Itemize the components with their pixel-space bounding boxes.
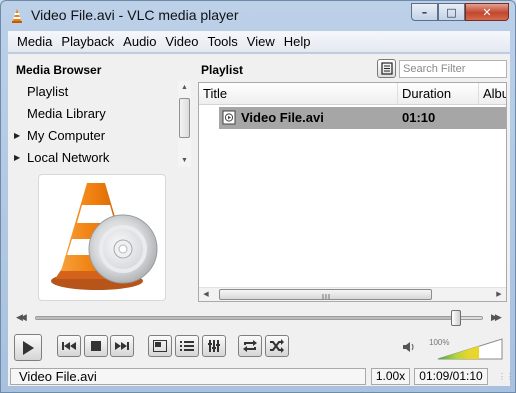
column-title[interactable]: Title xyxy=(199,83,398,105)
shuffle-button[interactable] xyxy=(265,335,289,357)
menu-help[interactable]: Help xyxy=(280,34,315,49)
media-browser-heading: Media Browser xyxy=(16,63,102,77)
client-area: Media Browser Playlist Media Library ▶ M… xyxy=(8,54,514,386)
menu-view[interactable]: View xyxy=(243,34,279,49)
scroll-up-icon[interactable]: ▲ xyxy=(178,81,191,94)
sidebar-item-label: Local Network xyxy=(27,150,110,165)
table-header: Title Duration Album xyxy=(199,83,506,105)
previous-icon xyxy=(62,342,76,350)
playlist-table: Title Duration Album Video File.avi 01:1… xyxy=(198,82,507,302)
search-input[interactable] xyxy=(400,61,506,77)
minimize-button[interactable]: – xyxy=(411,3,438,21)
scroll-right-icon[interactable]: ▶ xyxy=(492,288,506,301)
menu-video[interactable]: Video xyxy=(161,34,202,49)
sidebar-item-media-library[interactable]: Media Library xyxy=(8,103,178,125)
fullscreen-icon xyxy=(153,340,167,352)
shuffle-icon xyxy=(270,339,284,353)
menu-media[interactable]: Media xyxy=(13,34,56,49)
sidebar-item-local-network[interactable]: ▶ Local Network xyxy=(8,147,178,169)
video-file-icon xyxy=(222,110,236,125)
stop-button[interactable] xyxy=(84,335,108,357)
next-button[interactable] xyxy=(110,335,134,357)
menu-bar: Media Playback Audio Video Tools View He… xyxy=(8,31,510,53)
playback-speed[interactable]: 1.00x xyxy=(371,368,410,385)
extended-settings-button[interactable] xyxy=(202,335,226,357)
sidebar-item-label: My Computer xyxy=(27,128,106,143)
scroll-down-icon[interactable]: ▼ xyxy=(178,154,191,167)
playlist-view-button[interactable] xyxy=(377,59,396,78)
speaker-icon[interactable] xyxy=(402,340,416,354)
status-bar: Video File.avi 1.00x 01:09/01:10 ⋮⋮ xyxy=(8,367,514,386)
close-icon: ✕ xyxy=(482,5,492,19)
playlist-button[interactable] xyxy=(175,335,199,357)
row-title: Video File.avi xyxy=(241,110,324,125)
window-controls: – □ ✕ xyxy=(411,3,509,21)
search-filter xyxy=(399,60,507,78)
close-button[interactable]: ✕ xyxy=(465,3,509,21)
seek-handle[interactable] xyxy=(451,310,461,326)
minimize-icon: – xyxy=(421,5,428,19)
fast-forward-icon[interactable]: ▶▶ xyxy=(491,312,502,323)
album-art xyxy=(38,174,166,301)
list-view-icon xyxy=(381,62,393,75)
sidebar-item-label: Media Library xyxy=(27,106,106,121)
scrollbar-thumb[interactable] xyxy=(219,289,432,300)
loop-button[interactable] xyxy=(238,335,262,357)
grip-icon xyxy=(322,294,330,299)
expand-arrow-icon[interactable]: ▶ xyxy=(14,125,20,147)
title-bar[interactable]: Video File.avi - VLC media player – □ ✕ xyxy=(1,1,515,31)
loop-icon xyxy=(243,340,257,352)
play-button[interactable] xyxy=(14,334,42,361)
media-browser-list: Playlist Media Library ▶ My Computer ▶ L… xyxy=(8,79,178,167)
status-filename: Video File.avi xyxy=(10,368,366,385)
playlist-hscrollbar[interactable]: ◀ ▶ xyxy=(199,287,506,301)
playlist-heading: Playlist xyxy=(201,63,244,77)
volume-slider[interactable] xyxy=(437,338,503,360)
maximize-button[interactable]: □ xyxy=(438,3,465,21)
previous-button[interactable] xyxy=(57,335,81,357)
sidebar-item-playlist[interactable]: Playlist xyxy=(8,81,178,103)
row-duration: 01:10 xyxy=(402,110,436,125)
next-icon xyxy=(115,342,129,350)
seek-progress xyxy=(36,317,455,319)
vlc-cone-icon xyxy=(12,9,22,23)
expand-arrow-icon[interactable]: ▶ xyxy=(14,147,20,169)
extended-settings-icon xyxy=(208,340,220,352)
vlc-window: Video File.avi - VLC media player – □ ✕ … xyxy=(0,0,516,393)
column-album[interactable]: Album xyxy=(479,83,506,105)
maximize-icon: □ xyxy=(446,5,457,19)
menu-audio[interactable]: Audio xyxy=(119,34,160,49)
sidebar-item-label: Playlist xyxy=(27,84,69,99)
media-browser: Media Browser Playlist Media Library ▶ M… xyxy=(8,54,194,304)
scrollbar-thumb[interactable] xyxy=(179,98,190,138)
playback-time[interactable]: 01:09/01:10 xyxy=(414,368,488,385)
vlc-cone-with-disc-icon xyxy=(51,183,158,290)
sidebar-item-my-computer[interactable]: ▶ My Computer xyxy=(8,125,178,147)
column-duration[interactable]: Duration xyxy=(398,83,479,105)
seek-track[interactable] xyxy=(35,316,483,320)
playlist-icon xyxy=(180,341,194,351)
scroll-left-icon[interactable]: ◀ xyxy=(199,288,213,301)
seek-bar: ◀◀ ▶▶ xyxy=(8,310,510,326)
resize-grip-icon[interactable]: ⋮⋮ xyxy=(498,373,514,381)
menu-playback[interactable]: Playback xyxy=(57,34,118,49)
play-icon xyxy=(23,340,34,355)
media-browser-scrollbar[interactable]: ▲ ▼ xyxy=(178,81,191,167)
stop-icon xyxy=(91,341,101,351)
rewind-icon[interactable]: ◀◀ xyxy=(16,312,27,323)
menu-tools[interactable]: Tools xyxy=(203,34,241,49)
table-row[interactable]: Video File.avi 01:10 xyxy=(219,107,506,129)
fullscreen-button[interactable] xyxy=(148,335,172,357)
window-title: Video File.avi - VLC media player xyxy=(31,7,239,23)
